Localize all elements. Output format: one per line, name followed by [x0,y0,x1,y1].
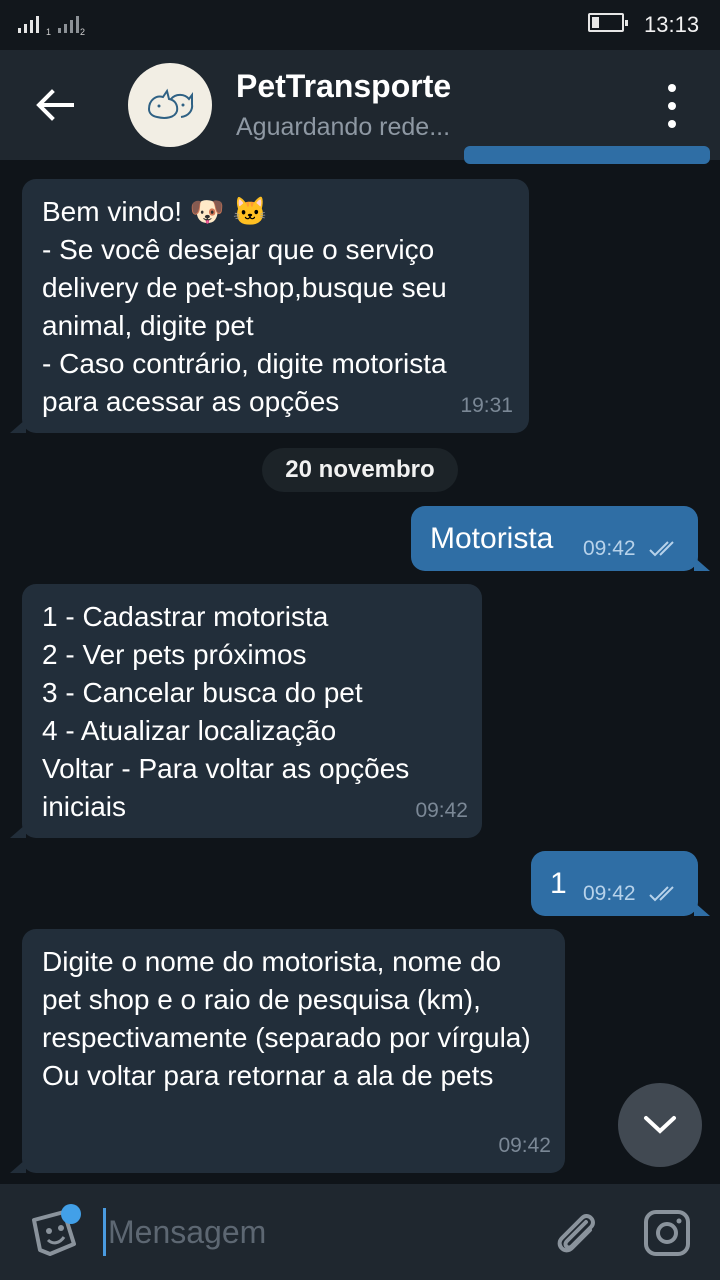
message-incoming[interactable]: Bem vindo! 🐶 🐱 - Se você desejar que o s… [10,179,529,433]
bubble-tail [694,557,710,571]
menu-dot [668,120,676,128]
signal-sim1-icon [18,16,39,33]
message-input[interactable] [108,1204,528,1260]
notification-dot [61,1204,81,1224]
arrow-left-icon [36,89,74,121]
avatar[interactable] [128,63,212,147]
message-text: Digite o nome do motorista, nome do pet … [42,946,531,1091]
camera-icon [644,1210,690,1256]
message-time: 09:42 [498,1134,551,1157]
message-text: Motorista [430,522,554,555]
bubble-tail [694,902,710,916]
message-text: Bem vindo! 🐶 🐱 - Se você desejar que o s… [42,196,447,417]
chat-header: PetTransporte Aguardando rede... [0,50,720,160]
back-button[interactable] [32,84,78,126]
message-bubble-partial [464,146,710,164]
more-menu-button[interactable] [658,84,686,128]
message-text: 1 [550,867,567,900]
text-caret [103,1208,106,1256]
message-text: 1 - Cadastrar motorista 2 - Ver pets pró… [42,601,410,822]
camera-button[interactable] [642,1208,692,1258]
chevron-down-icon [644,1116,676,1134]
scroll-down-button[interactable] [618,1083,702,1167]
bubble-tail [10,1159,26,1173]
battery-icon [588,13,628,32]
message-time: 09:42 [583,537,636,560]
status-bar: 1 2 13:13 [0,0,720,50]
date-separator: 20 novembro [262,448,458,492]
message-outgoing[interactable]: 1 09:42 [531,851,710,916]
message-outgoing[interactable]: Motorista 09:42 [411,506,710,571]
connection-status: Aguardando rede... [236,113,451,141]
chat-title[interactable]: PetTransporte [236,68,451,105]
message-time: 09:42 [583,882,636,905]
attach-button[interactable] [552,1208,600,1260]
message-time: 09:42 [415,799,468,822]
signal-sim2-icon [58,16,79,33]
bubble-tail [10,824,26,838]
menu-dot [668,102,676,110]
sim2-label: 2 [80,27,86,37]
sim1-label: 1 [46,27,52,37]
more-vertical-icon [668,84,676,92]
message-incoming[interactable]: Digite o nome do motorista, nome do pet … [10,929,565,1173]
paperclip-icon [557,1214,595,1253]
bubble-tail [10,419,26,433]
message-incoming[interactable]: 1 - Cadastrar motorista 2 - Ver pets pró… [10,584,482,838]
composer-bar [0,1184,720,1280]
double-check-icon [649,541,674,557]
double-check-icon [649,886,674,902]
message-time: 19:31 [460,394,513,417]
pet-logo-icon [147,88,194,119]
status-time: 13:13 [644,12,700,37]
